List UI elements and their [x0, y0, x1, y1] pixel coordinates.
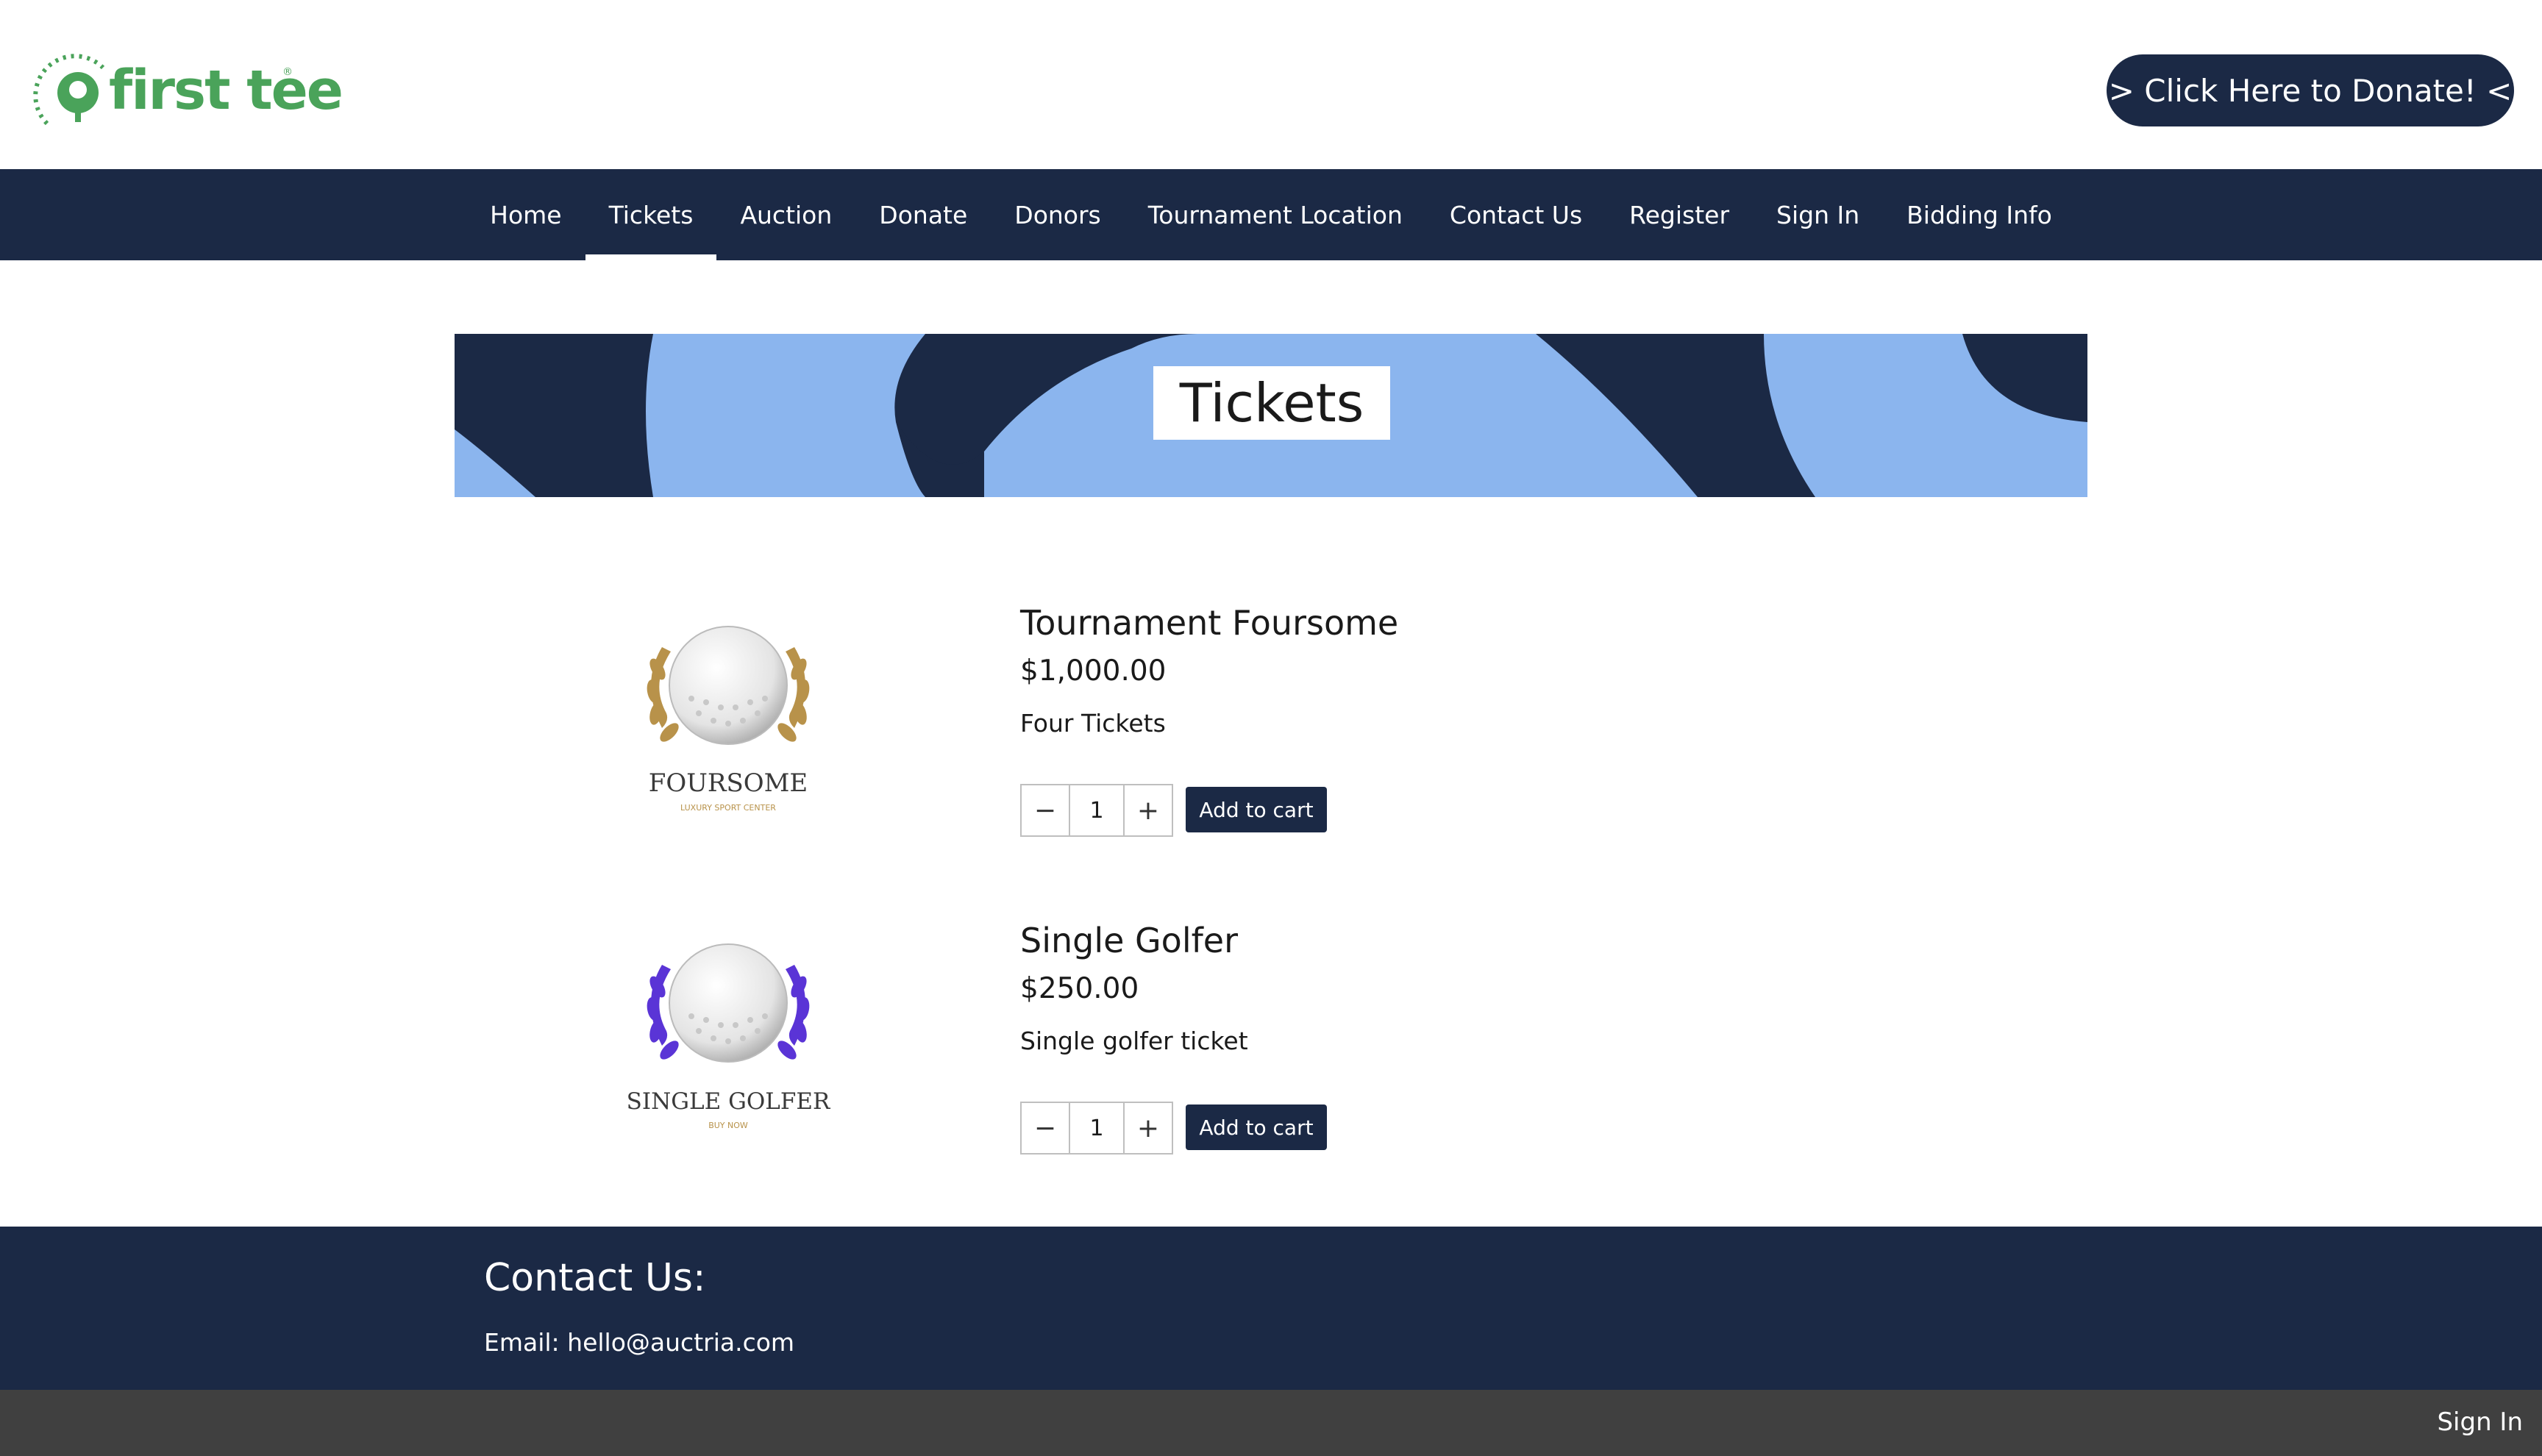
- foursome-badge-title: FOURSOME: [649, 768, 808, 798]
- product-name[interactable]: Tournament Foursome: [1020, 603, 1398, 643]
- page-title: Tickets: [1153, 366, 1390, 440]
- footer-contact-heading: Contact Us:: [484, 1256, 706, 1300]
- bottom-bar: Sign In: [0, 1390, 2542, 1456]
- product-card-foursome: FOURSOME LUXURY SPORT CENTER Tournament …: [0, 603, 2542, 882]
- first-tee-logo[interactable]: first tee ®: [32, 44, 343, 140]
- add-to-cart-button[interactable]: Add to cart: [1186, 1105, 1327, 1150]
- product-description: Single golfer ticket: [1020, 1027, 1248, 1055]
- product-description: Four Tickets: [1020, 709, 1166, 738]
- footer-email[interactable]: Email: hello@auctria.com: [484, 1328, 794, 1357]
- nav-item-donate[interactable]: Donate: [855, 169, 991, 260]
- registered-mark: ®: [282, 66, 293, 78]
- bottom-sign-in-link[interactable]: Sign In: [2437, 1407, 2523, 1437]
- add-to-cart-button[interactable]: Add to cart: [1186, 787, 1327, 832]
- quantity-stepper: − +: [1020, 784, 1173, 837]
- product-price: $1,000.00: [1020, 654, 1167, 688]
- product-card-single-golfer: SINGLE GOLFER BUY NOW Single Golfer $250…: [0, 921, 2542, 1200]
- nav-item-tournament-location[interactable]: Tournament Location: [1125, 169, 1426, 260]
- logo-wordmark: first tee: [109, 59, 343, 122]
- nav-item-home[interactable]: Home: [466, 169, 585, 260]
- quantity-input[interactable]: [1070, 785, 1123, 835]
- quantity-stepper: − +: [1020, 1102, 1173, 1155]
- nav-item-tickets[interactable]: Tickets: [585, 169, 717, 260]
- nav-item-auction[interactable]: Auction: [716, 169, 855, 260]
- anniversary-pin-icon: [33, 54, 105, 126]
- quantity-decrease-button[interactable]: −: [1022, 785, 1070, 835]
- quantity-increase-button[interactable]: +: [1123, 785, 1172, 835]
- foursome-badge-subtitle: LUXURY SPORT CENTER: [680, 803, 776, 813]
- donate-button[interactable]: > Click Here to Donate! <: [2107, 54, 2514, 126]
- product-name[interactable]: Single Golfer: [1020, 921, 1238, 960]
- foursome-badge-image[interactable]: FOURSOME LUXURY SPORT CENTER: [618, 603, 839, 824]
- quantity-increase-button[interactable]: +: [1123, 1103, 1172, 1153]
- single-golfer-badge-image[interactable]: SINGLE GOLFER BUY NOW: [618, 921, 839, 1141]
- product-price: $250.00: [1020, 972, 1139, 1005]
- site-header: first tee ® > Click Here to Donate! <: [0, 0, 2542, 169]
- nav-item-bidding-info[interactable]: Bidding Info: [1883, 169, 2076, 260]
- single-golfer-badge-subtitle: BUY NOW: [708, 1121, 748, 1130]
- single-golfer-badge-title: SINGLE GOLFER: [627, 1088, 831, 1115]
- site-footer: Contact Us: Email: hello@auctria.com: [0, 1227, 2542, 1390]
- quantity-decrease-button[interactable]: −: [1022, 1103, 1070, 1153]
- quantity-input[interactable]: [1070, 1103, 1123, 1153]
- nav-item-sign-in[interactable]: Sign In: [1753, 169, 1883, 260]
- nav-item-donors[interactable]: Donors: [991, 169, 1124, 260]
- main-nav: Home Tickets Auction Donate Donors Tourn…: [0, 169, 2542, 260]
- nav-item-contact-us[interactable]: Contact Us: [1426, 169, 1606, 260]
- nav-item-register[interactable]: Register: [1606, 169, 1753, 260]
